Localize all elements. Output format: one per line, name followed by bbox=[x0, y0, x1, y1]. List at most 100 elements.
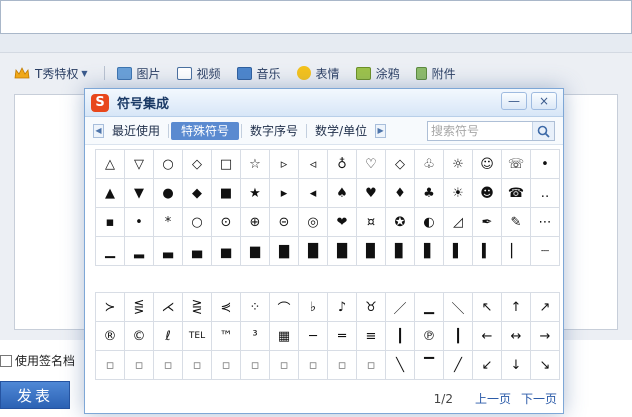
symbol-cell[interactable]: ▽ bbox=[125, 150, 154, 179]
tab-recent[interactable]: 最近使用 bbox=[106, 122, 166, 140]
title-input[interactable] bbox=[0, 0, 632, 34]
tab-scroll-right-icon[interactable]: ▶ bbox=[375, 123, 387, 138]
symbol-cell[interactable]: ♡ bbox=[357, 150, 386, 179]
symbol-cell[interactable]: ⁘ bbox=[241, 293, 270, 322]
symbol-cell[interactable]: ☻ bbox=[473, 179, 502, 208]
symbol-cell[interactable]: ▹ bbox=[270, 150, 299, 179]
symbol-cell[interactable]: ♦ bbox=[386, 179, 415, 208]
symbol-cell[interactable]: ♁ bbox=[328, 150, 357, 179]
symbol-cell[interactable]: ◂ bbox=[299, 179, 328, 208]
symbol-cell[interactable]: ▏ bbox=[502, 237, 531, 266]
symbol-cell[interactable]: • bbox=[531, 150, 560, 179]
symbol-cell[interactable]: ▫ bbox=[270, 351, 299, 380]
symbol-cell[interactable]: ▲ bbox=[96, 179, 125, 208]
symbol-cell[interactable]: ▆ bbox=[241, 237, 270, 266]
tab-scroll-left-icon[interactable]: ◀ bbox=[93, 123, 104, 138]
toolbar-item-video[interactable]: 视频 bbox=[176, 65, 221, 82]
symbol-cell[interactable]: → bbox=[531, 322, 560, 351]
symbol-cell[interactable]: ♥ bbox=[357, 179, 386, 208]
toolbar-item-attachment[interactable]: 附件 bbox=[415, 65, 456, 82]
symbol-cell[interactable]: ○ bbox=[183, 208, 212, 237]
symbol-cell[interactable]: ▊ bbox=[386, 237, 415, 266]
symbol-cell[interactable]: ▫ bbox=[212, 351, 241, 380]
symbol-cell[interactable]: ＼ bbox=[444, 293, 473, 322]
symbol-cell[interactable]: ® bbox=[96, 322, 125, 351]
symbol-cell[interactable]: ⋚ bbox=[125, 293, 154, 322]
symbol-cell[interactable]: ▫ bbox=[357, 351, 386, 380]
symbol-cell[interactable]: ／ bbox=[386, 293, 415, 322]
symbol-cell[interactable]: ↓ bbox=[502, 351, 531, 380]
tab-special-symbols[interactable]: 特殊符号 bbox=[171, 121, 240, 140]
symbol-cell[interactable]: ◐ bbox=[415, 208, 444, 237]
symbol-cell[interactable]: ★ bbox=[241, 179, 270, 208]
symbol-cell[interactable]: ☏ bbox=[502, 150, 531, 179]
symbol-cell[interactable]: ³ bbox=[241, 322, 270, 351]
minimize-button[interactable]: — bbox=[501, 92, 527, 110]
symbol-cell[interactable]: ♉ bbox=[357, 293, 386, 322]
symbol-cell[interactable]: • bbox=[125, 208, 154, 237]
symbol-cell[interactable]: ▫ bbox=[154, 351, 183, 380]
symbol-cell[interactable]: △ bbox=[96, 150, 125, 179]
symbol-cell[interactable]: ○ bbox=[154, 150, 183, 179]
symbol-cell[interactable]: ≡ bbox=[357, 322, 386, 351]
symbol-cell[interactable]: ▪ bbox=[96, 208, 125, 237]
symbol-cell[interactable]: ♧ bbox=[415, 150, 444, 179]
symbol-cell[interactable]: ▫ bbox=[96, 351, 125, 380]
symbol-cell[interactable]: ¤ bbox=[357, 208, 386, 237]
symbol-cell[interactable]: * bbox=[154, 208, 183, 237]
symbol-cell[interactable]: ‥ bbox=[531, 179, 560, 208]
symbol-cell[interactable]: ↙ bbox=[473, 351, 502, 380]
symbol-cell[interactable]: ▫ bbox=[299, 351, 328, 380]
symbol-cell[interactable]: ▃ bbox=[154, 237, 183, 266]
toolbar-item-doodle[interactable]: 涂鸦 bbox=[355, 65, 400, 82]
toolbar-item-music[interactable]: 音乐 bbox=[236, 65, 281, 82]
symbol-cell[interactable]: ↘ bbox=[531, 351, 560, 380]
symbol-cell[interactable]: ♭ bbox=[299, 293, 328, 322]
symbol-cell[interactable]: ┃ bbox=[444, 322, 473, 351]
symbol-cell[interactable]: ▉ bbox=[357, 237, 386, 266]
symbol-cell[interactable]: ▼ bbox=[125, 179, 154, 208]
symbol-cell[interactable]: ≻ bbox=[96, 293, 125, 322]
symbol-cell[interactable]: ▔ bbox=[415, 351, 444, 380]
prev-page-link[interactable]: 上一页 bbox=[475, 390, 511, 407]
symbol-cell[interactable]: ⋯ bbox=[531, 208, 560, 237]
symbol-cell[interactable]: ☆ bbox=[241, 150, 270, 179]
symbol-cell[interactable]: ↑ bbox=[502, 293, 531, 322]
symbol-cell[interactable]: ● bbox=[154, 179, 183, 208]
symbol-cell[interactable]: ⋌ bbox=[154, 293, 183, 322]
symbol-cell[interactable]: ℓ bbox=[154, 322, 183, 351]
symbol-cell[interactable]: ▌ bbox=[444, 237, 473, 266]
symbol-cell[interactable]: ═ bbox=[328, 322, 357, 351]
symbol-cell[interactable]: ♠ bbox=[328, 179, 357, 208]
symbol-cell[interactable]: ↗ bbox=[531, 293, 560, 322]
symbol-cell[interactable]: █ bbox=[299, 237, 328, 266]
symbol-cell[interactable]: ▫ bbox=[125, 351, 154, 380]
toolbar-item-vip[interactable]: T秀特权 ▼ bbox=[14, 65, 88, 82]
symbol-cell[interactable]: ┈ bbox=[531, 237, 560, 266]
symbol-cell[interactable]: ▋ bbox=[415, 237, 444, 266]
symbol-cell[interactable]: ▫ bbox=[183, 351, 212, 380]
symbol-cell[interactable]: ❤ bbox=[328, 208, 357, 237]
symbol-cell[interactable]: ▍ bbox=[473, 237, 502, 266]
symbol-cell[interactable]: ✒ bbox=[473, 208, 502, 237]
symbol-cell[interactable]: ╲ bbox=[386, 351, 415, 380]
symbol-cell[interactable]: ☼ bbox=[444, 150, 473, 179]
symbol-cell[interactable]: TEL bbox=[183, 322, 212, 351]
symbol-cell[interactable]: ▦ bbox=[270, 322, 299, 351]
tab-math-units[interactable]: 数学/单位 bbox=[309, 122, 373, 140]
symbol-cell[interactable]: ▂ bbox=[125, 237, 154, 266]
symbol-cell[interactable]: ⊝ bbox=[270, 208, 299, 237]
toolbar-item-image[interactable]: 图片 bbox=[116, 65, 161, 82]
symbol-cell[interactable]: ☀ bbox=[444, 179, 473, 208]
symbol-cell[interactable]: ◃ bbox=[299, 150, 328, 179]
symbol-cell[interactable]: ♪ bbox=[328, 293, 357, 322]
symbol-cell[interactable]: ← bbox=[473, 322, 502, 351]
symbol-search-input[interactable] bbox=[428, 122, 532, 140]
toolbar-item-emoticon[interactable]: 表情 bbox=[296, 65, 340, 82]
symbol-cell[interactable]: ┃ bbox=[386, 322, 415, 351]
symbol-cell[interactable]: ▄ bbox=[183, 237, 212, 266]
close-button[interactable]: × bbox=[531, 92, 557, 110]
symbol-cell[interactable]: ♣ bbox=[415, 179, 444, 208]
symbol-cell[interactable]: ✪ bbox=[386, 208, 415, 237]
symbol-cell[interactable]: ▅ bbox=[212, 237, 241, 266]
